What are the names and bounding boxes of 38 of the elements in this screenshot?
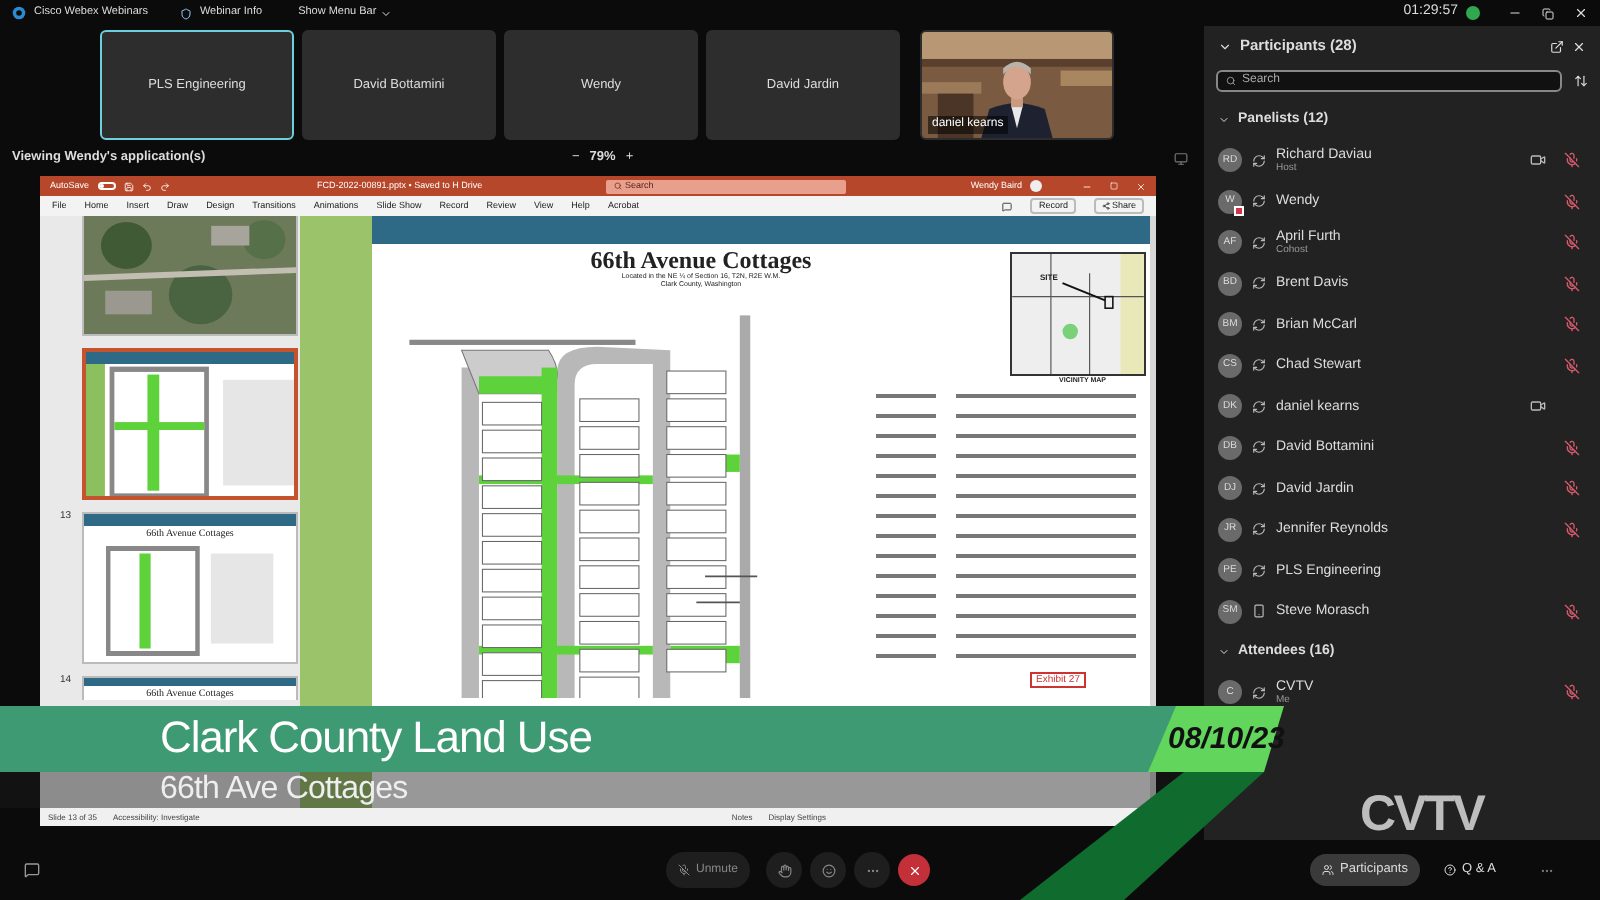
close-icon[interactable] (1572, 39, 1586, 53)
search-icon (613, 182, 622, 190)
close-icon[interactable] (1574, 6, 1588, 20)
channel-logo: CVTV (1360, 786, 1484, 842)
chat-icon[interactable] (24, 862, 40, 878)
slide-thumbnail[interactable] (82, 348, 298, 500)
autosave-toggle[interactable] (97, 182, 116, 190)
broadcast-subhead: 66th Ave Cottages (160, 772, 408, 808)
close-icon (907, 863, 922, 877)
collapse-icon[interactable] (1218, 39, 1232, 53)
save-icon[interactable] (123, 181, 134, 191)
comment-icon[interactable] (1002, 201, 1013, 211)
shield-icon (179, 7, 192, 19)
muted-mic-icon (678, 864, 690, 876)
chevron-down-icon (1218, 114, 1230, 126)
people-icon (1322, 864, 1335, 876)
monitor-icon[interactable] (1174, 151, 1188, 165)
pop-out-icon[interactable] (1550, 39, 1564, 53)
smiley-icon (821, 863, 836, 877)
minimize-icon[interactable] (1508, 6, 1522, 20)
sort-icon[interactable] (1574, 74, 1588, 88)
slide-title: 66th Avenue Cottages (590, 248, 812, 272)
broadcast-headline: Clark County Land Use (160, 710, 592, 766)
restore-icon[interactable] (1542, 7, 1554, 19)
user-avatar (1030, 180, 1042, 192)
hand-button[interactable] (766, 852, 803, 888)
reactions-button[interactable] (810, 852, 847, 888)
search-icon (1226, 76, 1236, 86)
share-icon (1101, 202, 1110, 210)
question-icon (1443, 864, 1456, 876)
undo-icon[interactable] (141, 181, 152, 191)
chevron-icon (380, 7, 393, 19)
redo-icon[interactable] (159, 181, 170, 191)
leave-button[interactable] (898, 854, 931, 886)
hand-icon (777, 863, 792, 877)
webex-logo-icon (12, 6, 26, 20)
maximize-icon[interactable] (1110, 182, 1118, 190)
chevron-down-icon (1218, 646, 1230, 658)
